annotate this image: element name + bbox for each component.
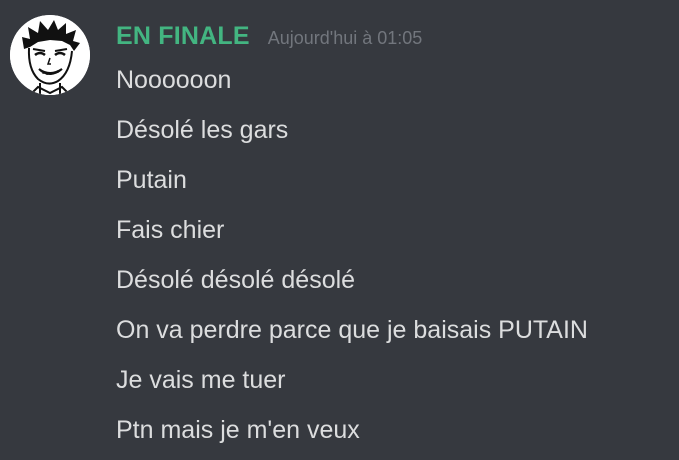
message-group: EN FINALE Aujourd'hui à 01:05 Noooooon D… [0,0,679,460]
message-line: Putain [116,166,187,194]
username[interactable]: EN FINALE [116,22,250,51]
message-header: EN FINALE Aujourd'hui à 01:05 [116,22,422,56]
message-line: Je vais me tuer [116,366,286,394]
message-line: Fais chier [116,216,225,244]
message-line: Désolé les gars [116,116,289,144]
message-line: Noooooon [116,66,232,94]
message-line: Désolé désolé désolé [116,266,356,294]
message-line: On va perdre parce que je baisais PUTAIN [116,316,588,344]
message-list: Noooooon Désolé les gars Putain Fais chi… [116,60,676,460]
avatar[interactable] [10,15,90,95]
manga-face-avatar-icon [10,15,90,95]
message-line: Ptn mais je m'en veux [116,416,360,444]
timestamp: Aujourd'hui à 01:05 [267,28,423,48]
